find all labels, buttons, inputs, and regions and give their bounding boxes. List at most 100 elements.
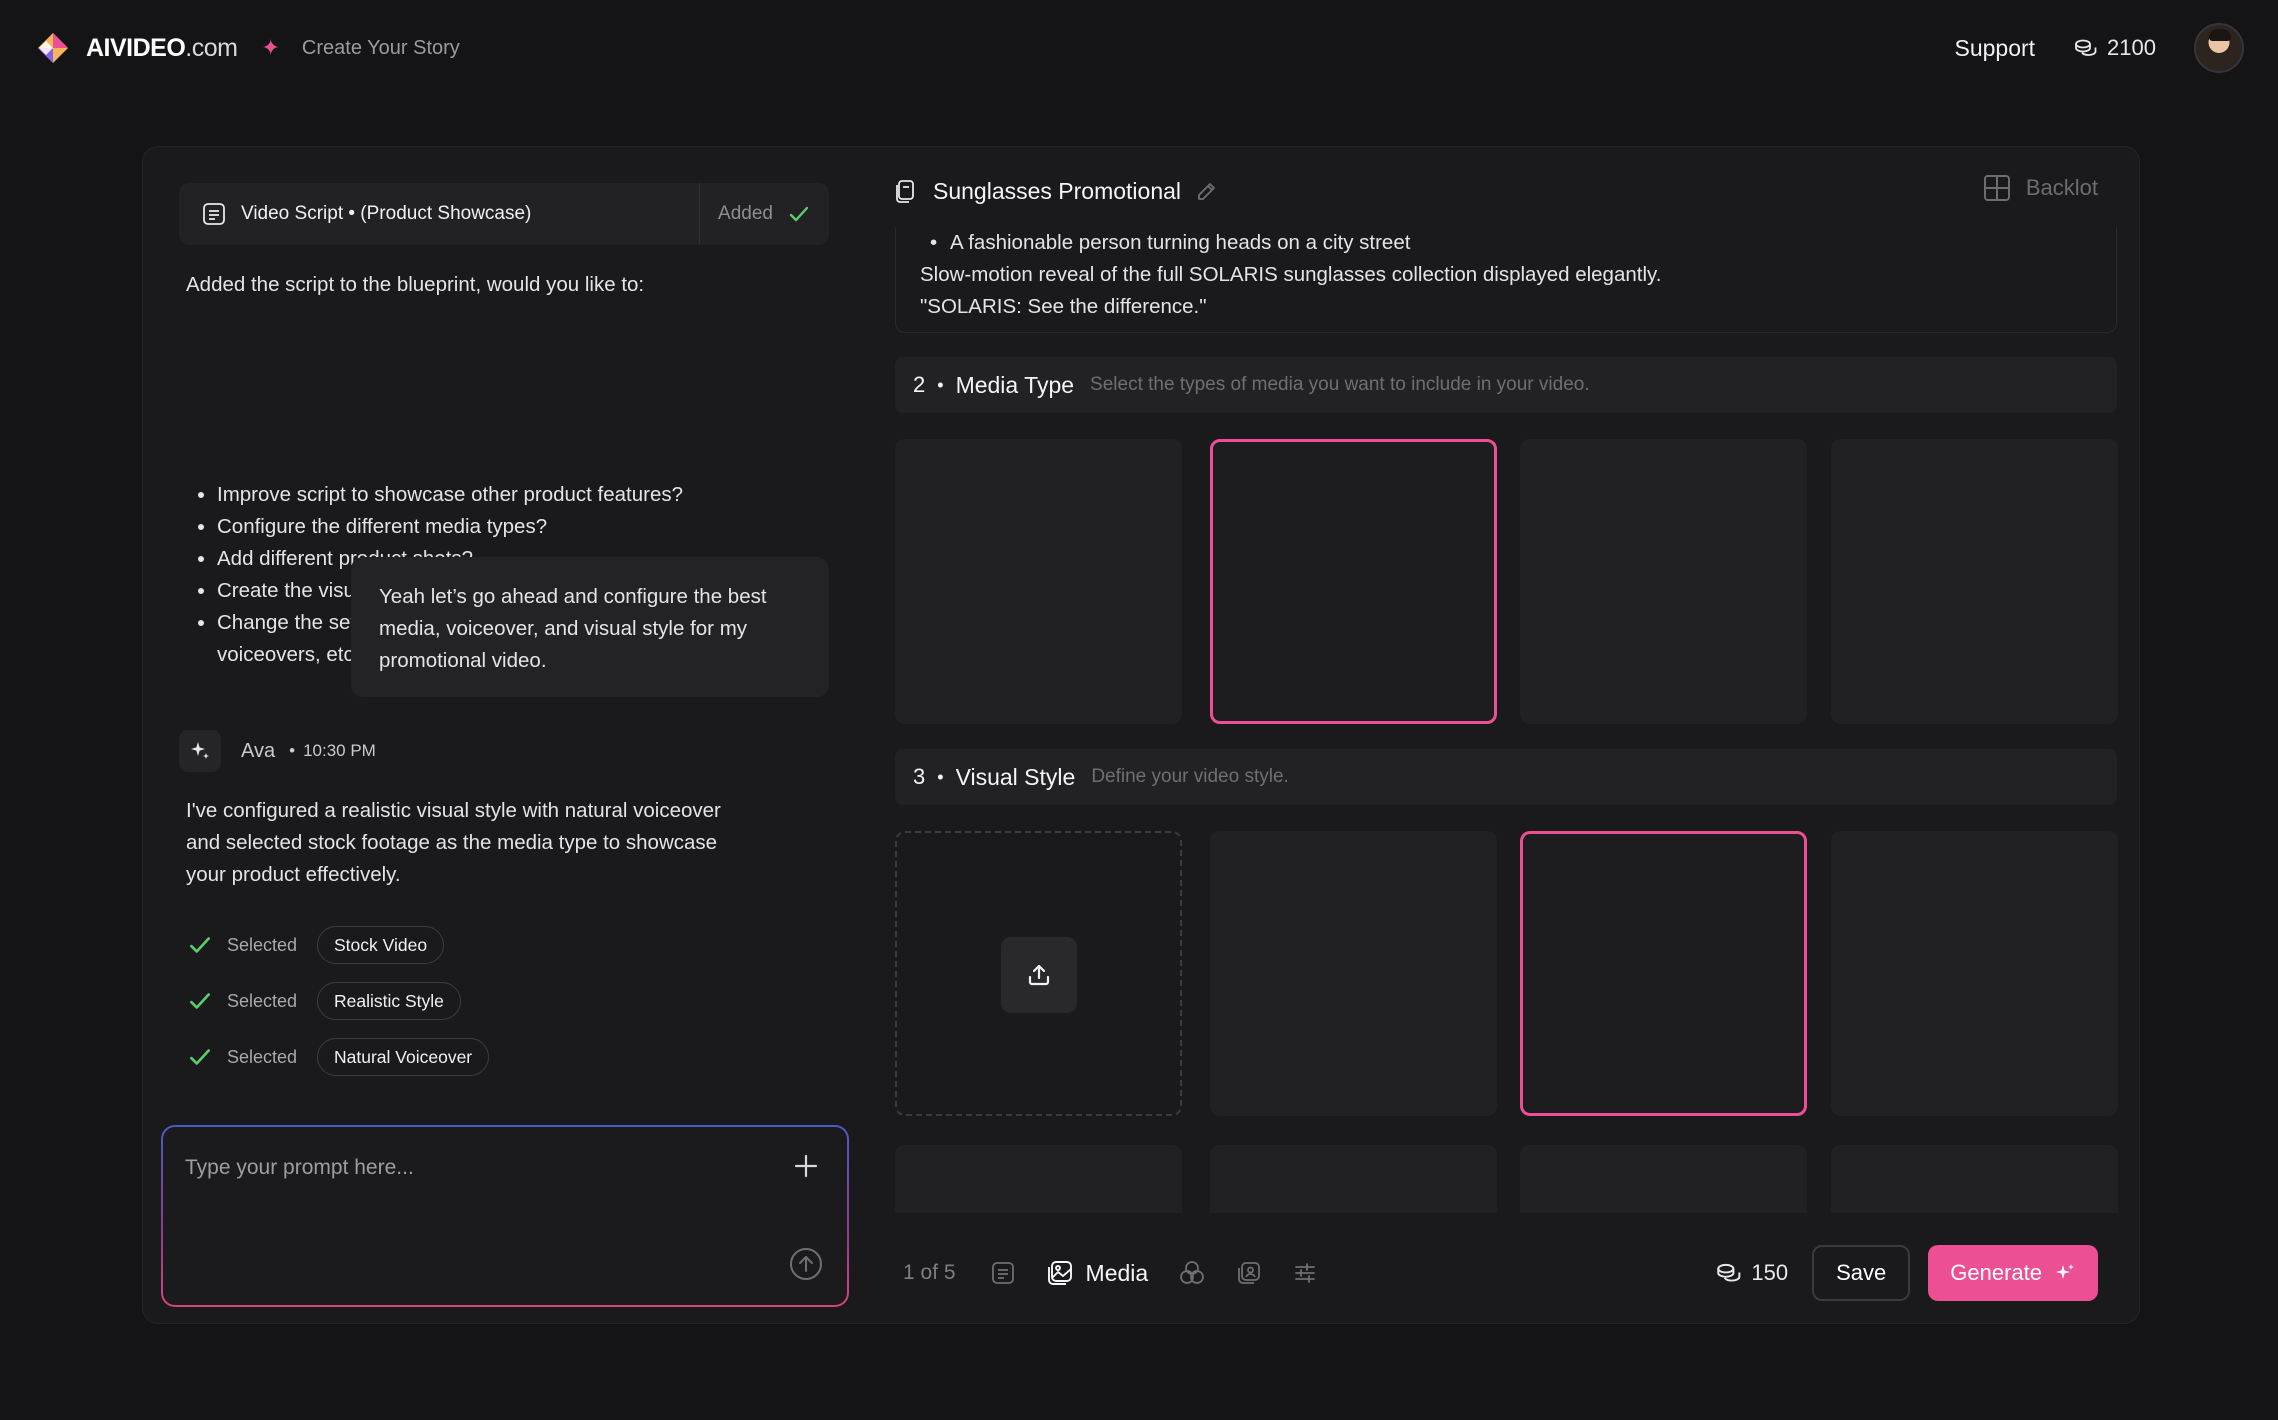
pencil-icon[interactable]	[1195, 179, 1219, 203]
section-description: Define your video style.	[1091, 766, 1289, 787]
logo-icon	[38, 33, 68, 63]
tool-style[interactable]	[1178, 1259, 1206, 1287]
grid-icon	[1983, 175, 2010, 201]
check-icon	[190, 993, 210, 1009]
script-sub-bullet: A fashionable person turning heads on a …	[920, 227, 2092, 259]
visual-style-tile[interactable]	[1520, 1145, 1807, 1213]
selection-tag[interactable]: Realistic Style	[317, 982, 461, 1020]
assistant-intro: Added the script to the blueprint, would…	[186, 273, 645, 296]
script-chip-title: Video Script • (Product Showcase)	[241, 203, 532, 224]
support-link[interactable]: Support	[1954, 35, 2035, 62]
blueprint-header: Sunglasses Promotional Backlot	[893, 171, 2118, 211]
script-line: "SOLARIS: See the difference."	[920, 295, 1207, 318]
plus-icon[interactable]	[791, 1151, 821, 1181]
prompt-inner	[163, 1127, 847, 1305]
blueprint-title: Sunglasses Promotional	[933, 177, 1182, 204]
backlot-label: Backlot	[2025, 175, 2098, 200]
section-separator: •	[937, 766, 944, 787]
assistant-time: 10:30 PM	[303, 741, 376, 760]
selection-label: Selected	[227, 990, 298, 1011]
top-bar: AIVIDEO.com ✦ Create Your Story Support …	[0, 0, 2278, 96]
section-name: Visual Style	[955, 763, 1076, 790]
visual-style-tile[interactable]	[1210, 1145, 1497, 1213]
generate-button[interactable]: Generate	[1928, 1245, 2098, 1301]
coins-icon	[2075, 39, 2097, 56]
visual-style-tile-selected[interactable]	[1520, 831, 1807, 1116]
sparkle-separator-icon: ✦	[261, 35, 280, 60]
section-number: 3	[913, 764, 926, 789]
chat-panel: Video Script • (Product Showcase) Added …	[143, 147, 863, 1323]
generation-cost: 150	[1715, 1260, 1788, 1286]
main-card: Video Script • (Product Showcase) Added …	[142, 146, 2140, 1324]
tool-settings[interactable]	[1292, 1260, 1318, 1286]
sliders-icon	[1295, 1263, 1316, 1283]
cost-value: 150	[1751, 1260, 1789, 1285]
user-message-bubble: Yeah let’s go ahead and configure the be…	[351, 557, 829, 697]
tool-voiceover[interactable]	[1236, 1260, 1262, 1286]
upload-icon	[1028, 964, 1050, 986]
generate-label: Generate	[1950, 1260, 2042, 1285]
section-name: Media Type	[955, 371, 1075, 398]
selection-row: Selected Stock Video	[187, 917, 489, 973]
selection-row: Selected Realistic Style	[187, 973, 489, 1029]
blueprint-footer: 1 of 5 Media 150 Save Generate	[893, 1243, 2118, 1303]
suggestion-item: Configure the different media types?	[217, 511, 777, 543]
script-content: A fashionable person turning heads on a …	[895, 227, 2117, 333]
script-chip[interactable]: Video Script • (Product Showcase) Added	[179, 183, 829, 245]
tool-script[interactable]	[990, 1260, 1016, 1286]
tool-media-label: Media	[1085, 1259, 1149, 1286]
brand-tagline: Create Your Story	[301, 36, 460, 59]
upload-button[interactable]	[1001, 937, 1077, 1013]
script-line: Slow-motion reveal of the full SOLARIS s…	[920, 263, 1662, 286]
visual-style-tile[interactable]	[1210, 831, 1497, 1116]
assistant-time-separator: •	[289, 741, 296, 760]
blueprint-panel: Sunglasses Promotional Backlot A fashion…	[893, 147, 2133, 1323]
visual-style-tile[interactable]	[1831, 1145, 2118, 1213]
coins-icon	[1717, 1263, 1741, 1282]
ai-sparkle-icon	[179, 730, 221, 772]
sparkle-icon	[2056, 1264, 2074, 1279]
credits-value: 2100	[2107, 35, 2156, 60]
document-copy-icon	[896, 180, 914, 203]
save-button[interactable]: Save	[1812, 1245, 1911, 1301]
footer-actions: 150 Save Generate	[1715, 1243, 2098, 1303]
prompt-box	[161, 1125, 849, 1307]
section-separator: •	[937, 374, 944, 395]
script-icon	[203, 203, 225, 225]
check-icon	[789, 206, 809, 222]
media-type-tile[interactable]	[1831, 439, 2118, 724]
visual-style-tile[interactable]	[895, 1145, 1182, 1213]
suggestion-item: Improve script to showcase other product…	[217, 479, 777, 511]
send-arrow-icon[interactable]	[789, 1247, 823, 1281]
script-chip-status-label: Added	[718, 203, 773, 224]
credits-balance[interactable]: 2100	[2073, 35, 2156, 61]
script-icon	[991, 1262, 1014, 1284]
check-icon	[190, 937, 210, 953]
selection-tag[interactable]: Natural Voiceover	[317, 1038, 490, 1076]
backlot-button[interactable]: Backlot	[1982, 173, 2098, 203]
check-icon	[190, 1049, 210, 1065]
tool-media[interactable]: Media	[1046, 1259, 1149, 1287]
assistant-header: Ava • 10:30 PM	[179, 730, 376, 772]
prompt-input[interactable]	[185, 1151, 745, 1185]
brand-name: AIVIDEO.com	[86, 33, 238, 62]
script-chip-status: Added	[699, 183, 829, 245]
visual-style-upload-tile[interactable]	[895, 831, 1182, 1116]
media-type-tile[interactable]	[1520, 439, 1807, 724]
visual-style-tile[interactable]	[1831, 831, 2118, 1116]
assistant-message: I've configured a realistic visual style…	[186, 799, 721, 886]
color-circles-icon	[1180, 1261, 1205, 1284]
section-description: Select the types of media you want to in…	[1090, 374, 1590, 395]
section-media-type: 2 • Media Type Select the types of media…	[895, 357, 2117, 413]
media-type-tile[interactable]	[895, 439, 1182, 724]
user-avatar[interactable]	[2194, 23, 2244, 73]
script-chip-main: Video Script • (Product Showcase)	[179, 183, 699, 245]
selection-row: Selected Natural Voiceover	[187, 1029, 490, 1085]
media-type-tile-selected[interactable]	[1210, 439, 1497, 724]
selection-tag[interactable]: Stock Video	[317, 926, 445, 964]
top-right-actions: Support 2100	[1954, 23, 2244, 73]
brand[interactable]: AIVIDEO.com ✦ Create Your Story	[34, 29, 460, 67]
brand-suffix: .com	[185, 33, 238, 62]
selection-list: Selected Stock Video Selected Realistic …	[187, 917, 490, 1085]
page-indicator: 1 of 5	[903, 1261, 956, 1284]
